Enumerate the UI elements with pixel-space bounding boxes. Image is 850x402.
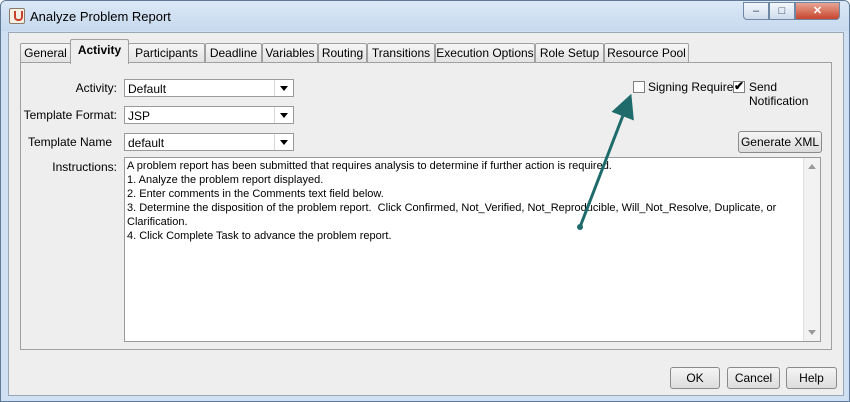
dialog-window: Analyze Problem Report – □ ✕ General Act… <box>0 0 850 402</box>
tab-activity[interactable]: Activity <box>70 39 129 64</box>
